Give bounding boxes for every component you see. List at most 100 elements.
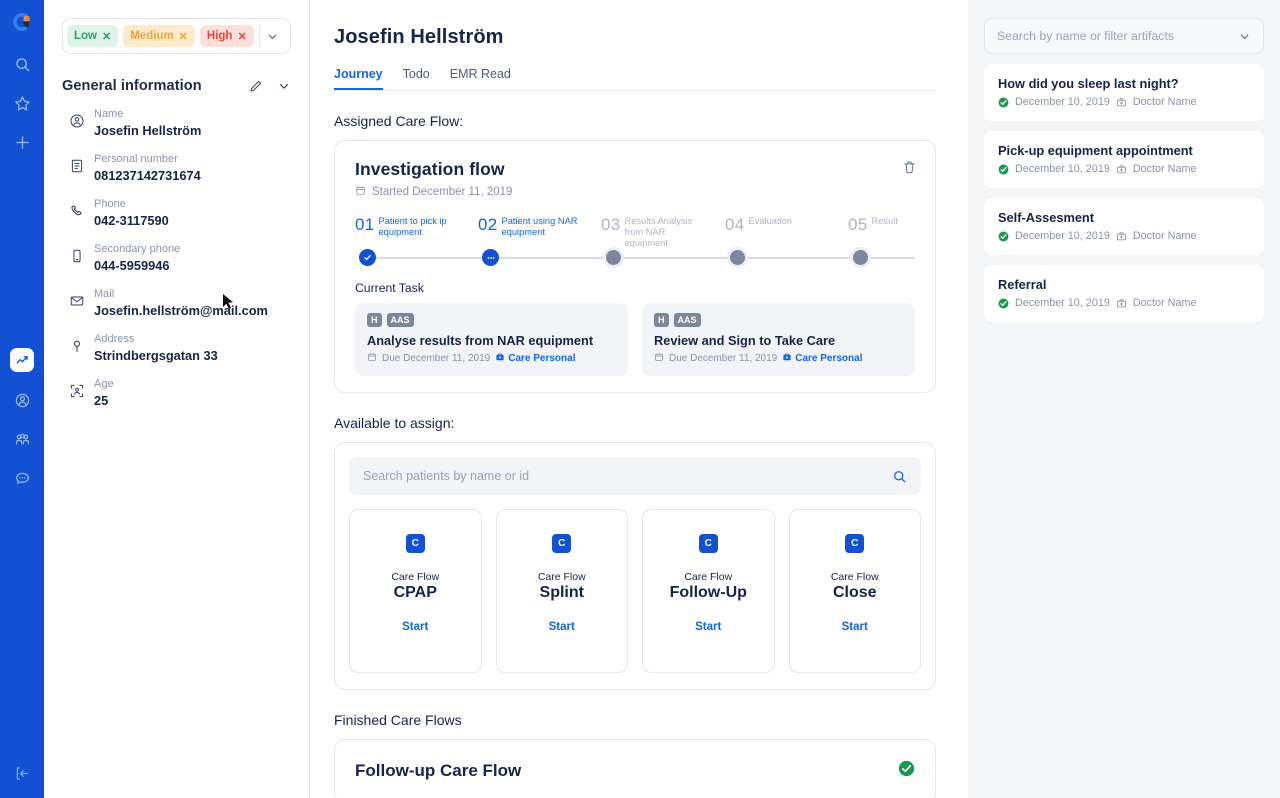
field-label: Address xyxy=(94,332,218,347)
trash-icon[interactable] xyxy=(902,160,917,180)
artifact-title: Pick-up equipment appointment xyxy=(998,143,1250,158)
step-dot-02[interactable] xyxy=(482,249,499,266)
team-icon[interactable] xyxy=(7,424,37,454)
medical-bag-icon xyxy=(782,352,792,365)
medical-bag-icon xyxy=(1116,231,1127,242)
care-flow-icon: C xyxy=(845,534,864,553)
care-flow-icon: C xyxy=(552,534,571,553)
assigned-care-flow-heading: Assigned Care Flow: xyxy=(334,113,936,129)
artifact-item[interactable]: How did you sleep last night? December 1… xyxy=(984,64,1264,121)
search-icon[interactable] xyxy=(7,49,37,79)
artifact-item[interactable]: Pick-up equipment appointment December 1… xyxy=(984,131,1264,188)
step-02[interactable]: 02 Patient using NAR equipment xyxy=(478,215,598,238)
step-dot-04[interactable] xyxy=(727,247,748,268)
analytics-icon[interactable] xyxy=(10,348,34,372)
priority-filter-bar[interactable]: Low ✕ Medium ✕ High ✕ xyxy=(62,18,291,54)
info-field-personal-number: Personal number 081237142731674 xyxy=(62,152,291,184)
artifacts-search-box[interactable] xyxy=(984,18,1264,54)
step-label: Result xyxy=(872,216,898,227)
patient-search-input[interactable] xyxy=(363,469,892,483)
close-icon[interactable]: ✕ xyxy=(179,30,188,43)
task-due: Due December 11, 2019 xyxy=(669,353,777,364)
filter-chip-high[interactable]: High ✕ xyxy=(200,25,254,47)
close-icon[interactable]: ✕ xyxy=(237,30,246,43)
field-label: Personal number xyxy=(94,152,201,167)
calendar-icon xyxy=(654,352,664,365)
step-number: 03 xyxy=(601,215,621,234)
star-icon[interactable] xyxy=(7,88,37,118)
care-flow-started: Started December 11, 2019 xyxy=(372,186,512,198)
care-flow-icon: C xyxy=(699,534,718,553)
artifact-date: December 10, 2019 xyxy=(1015,297,1110,309)
step-04[interactable]: 04 Evaluation xyxy=(725,215,845,234)
care-flow-template-follow-up[interactable]: C Care Flow Follow-Up Start xyxy=(642,509,775,673)
artifacts-search-input[interactable] xyxy=(997,29,1238,43)
chat-icon[interactable] xyxy=(7,463,37,493)
care-flow-name: Follow-Up xyxy=(670,584,747,602)
app-logo[interactable] xyxy=(9,9,35,35)
care-flow-title: Investigation flow xyxy=(355,159,915,180)
care-flow-name: Close xyxy=(833,584,877,602)
artifact-date: December 10, 2019 xyxy=(1015,163,1110,175)
start-button[interactable]: Start xyxy=(549,621,575,633)
step-05[interactable]: 05 Result xyxy=(848,215,968,234)
info-field-name: Name Josefin Hellström xyxy=(62,107,291,139)
task-card[interactable]: H AAS Review and Sign to Take Care Due D… xyxy=(642,303,915,376)
start-button[interactable]: Start xyxy=(842,621,868,633)
artifact-title: Referral xyxy=(998,277,1250,292)
collapse-sidebar-icon[interactable] xyxy=(0,765,44,782)
search-icon[interactable] xyxy=(892,469,907,484)
check-circle-icon xyxy=(998,231,1009,242)
chevron-down-icon[interactable] xyxy=(260,30,286,43)
section-title: General information xyxy=(62,78,202,94)
field-label: Phone xyxy=(94,197,169,212)
chip-label: High xyxy=(207,30,233,42)
plus-icon[interactable] xyxy=(7,127,37,157)
filter-chip-low[interactable]: Low ✕ xyxy=(67,25,118,47)
tab-emr-read[interactable]: EMR Read xyxy=(450,67,511,90)
mail-icon xyxy=(62,287,92,309)
patient-icon[interactable] xyxy=(7,385,37,415)
field-value: Strindbergsgatan 33 xyxy=(94,347,218,364)
care-flow-template-cpap[interactable]: C Care Flow CPAP Start xyxy=(349,509,482,673)
check-circle-icon xyxy=(898,760,915,782)
pencil-icon[interactable] xyxy=(248,79,263,94)
tab-journey[interactable]: Journey xyxy=(334,67,383,90)
available-to-assign-card: C Care Flow CPAP Start C Care Flow Splin… xyxy=(334,442,936,690)
task-card[interactable]: H AAS Analyse results from NAR equipment… xyxy=(355,303,628,376)
artifact-item[interactable]: Self-Assesment December 10, 2019 Doctor … xyxy=(984,198,1264,255)
filter-chip-medium[interactable]: Medium ✕ xyxy=(123,25,195,47)
finished-care-flows-heading: Finished Care Flows xyxy=(334,712,936,728)
info-field-address: Address Strindbergsgatan 33 xyxy=(62,332,291,364)
patient-info-panel: Low ✕ Medium ✕ High ✕ General informatio… xyxy=(44,0,310,798)
artifact-author: Doctor Name xyxy=(1133,230,1197,242)
info-field-mail: Mail Josefin.hellström@mail.com xyxy=(62,287,291,319)
step-03[interactable]: 03 Results Analysis from NAR equipment xyxy=(601,215,721,249)
finished-care-flow-row[interactable]: Follow-up Care Flow xyxy=(334,739,936,798)
care-flow-template-splint[interactable]: C Care Flow Splint Start xyxy=(496,509,629,673)
step-dot-01[interactable] xyxy=(359,249,376,266)
field-value: 25 xyxy=(94,392,114,409)
tab-todo[interactable]: Todo xyxy=(403,67,430,90)
medical-bag-icon xyxy=(1116,298,1127,309)
care-flow-template-close[interactable]: C Care Flow Close Start xyxy=(789,509,922,673)
step-01[interactable]: 01 Patient to pick ip equipment xyxy=(355,215,475,238)
start-button[interactable]: Start xyxy=(402,621,428,633)
artifact-author: Doctor Name xyxy=(1133,163,1197,175)
step-dot-05[interactable] xyxy=(850,247,871,268)
info-field-phone: Phone 042-3117590 xyxy=(62,197,291,229)
care-flow-icon: C xyxy=(406,534,425,553)
step-dot-03[interactable] xyxy=(603,247,624,268)
chevron-down-icon[interactable] xyxy=(1238,30,1251,43)
care-flow-stepper: 01 Patient to pick ip equipment 02 Patie… xyxy=(355,215,915,269)
close-icon[interactable]: ✕ xyxy=(102,30,111,43)
start-button[interactable]: Start xyxy=(695,621,721,633)
task-title: Review and Sign to Take Care xyxy=(654,333,903,348)
step-number: 04 xyxy=(725,215,745,234)
step-number: 01 xyxy=(355,215,375,234)
assign-search-box[interactable] xyxy=(349,457,921,495)
artifact-item[interactable]: Referral December 10, 2019 Doctor Name xyxy=(984,265,1264,322)
field-value: 042-3117590 xyxy=(94,212,169,229)
chevron-down-icon[interactable] xyxy=(277,79,291,93)
care-flow-template-grid: C Care Flow CPAP Start C Care Flow Splin… xyxy=(349,509,921,673)
